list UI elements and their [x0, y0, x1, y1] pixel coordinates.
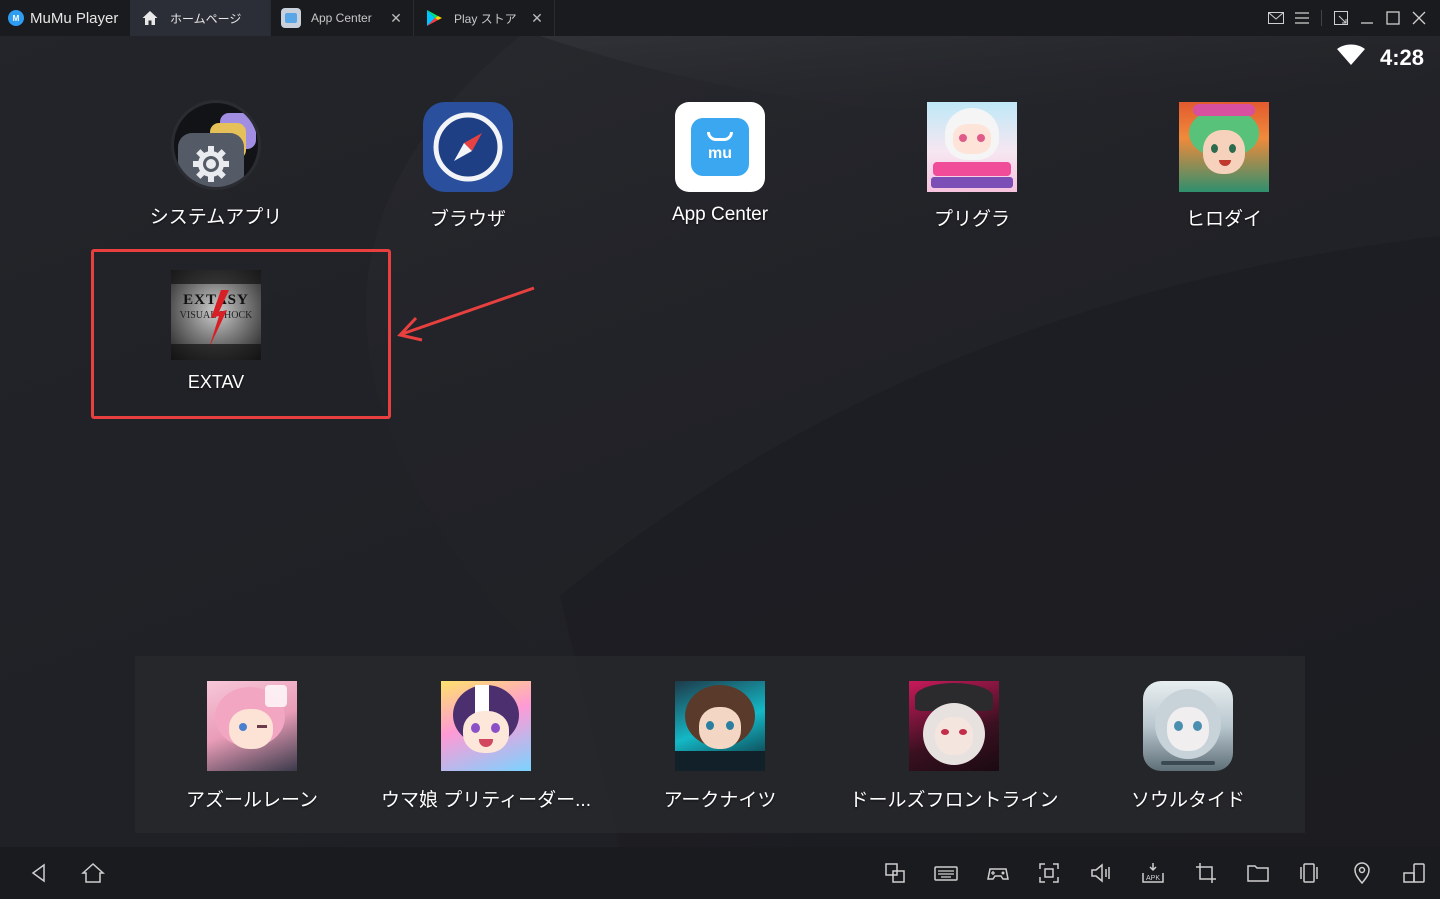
gamepad-icon[interactable]: [985, 860, 1011, 886]
shake-icon[interactable]: [1296, 860, 1322, 886]
crop-icon[interactable]: [1193, 860, 1219, 886]
mail-icon[interactable]: [1263, 0, 1289, 36]
priconne-grandmasters-icon: [927, 102, 1017, 192]
app-label: アークナイツ: [663, 790, 777, 811]
dock-app-arknights[interactable]: アークナイツ: [620, 681, 820, 812]
brand: M MuMu Player: [0, 0, 130, 36]
app-center-icon: mu: [675, 102, 765, 192]
bottom-toolbar: APK: [0, 847, 1440, 899]
android-home-screen: 4:28 システムアプリ ブラウザ mu App Center プリグラ ヒロダ…: [0, 36, 1440, 847]
dock-app-uma-musume[interactable]: ウマ娘 プリティーダー...: [381, 681, 591, 812]
app-label: ウマ娘 プリティーダー...: [381, 790, 591, 811]
title-bar: M MuMu Player ホームページ App Center ✕ Play ス…: [0, 0, 1440, 36]
soul-tide-icon: [1143, 681, 1233, 771]
azur-lane-icon: [207, 681, 297, 771]
tab-homepage[interactable]: ホームページ: [130, 0, 271, 36]
highlight-box: [91, 249, 391, 419]
annotation-arrow-icon: [397, 286, 535, 342]
hirodai-icon: [1179, 102, 1269, 192]
wifi-icon: [1336, 44, 1366, 71]
app-label: プリグラ: [933, 209, 1010, 230]
app-label: App Center: [671, 204, 769, 225]
tab-label: App Center: [311, 11, 372, 25]
app-label: アズールレーン: [185, 790, 319, 811]
home-icon: [140, 8, 160, 28]
status-bar: 4:28: [1336, 44, 1424, 71]
app-label: ヒロダイ: [1185, 209, 1262, 230]
back-icon[interactable]: [26, 860, 52, 886]
screenshot-icon[interactable]: [1036, 860, 1062, 886]
window-controls: [1263, 0, 1440, 36]
apk-install-icon[interactable]: APK: [1140, 860, 1166, 886]
tab-label: Play ストア: [454, 11, 517, 26]
home-icon[interactable]: [80, 860, 106, 886]
folder-icon[interactable]: [1245, 860, 1271, 886]
mumu-logo-icon: M: [8, 10, 24, 26]
system-apps-folder-icon: [171, 100, 261, 190]
app-hirodai[interactable]: ヒロダイ: [1124, 102, 1324, 231]
rotate-screen-icon[interactable]: [1401, 860, 1427, 886]
dock-app-azur-lane[interactable]: アズールレーン: [152, 681, 352, 812]
menu-icon[interactable]: [1289, 0, 1315, 36]
svg-text:APK: APK: [1146, 875, 1160, 882]
maximize-icon[interactable]: [1380, 0, 1406, 36]
app-label: ドールズフロントライン: [849, 790, 1059, 811]
tab-app-center[interactable]: App Center ✕: [271, 0, 414, 36]
close-icon[interactable]: ✕: [530, 10, 544, 27]
app-label: システムアプリ: [149, 207, 283, 228]
browser-compass-icon: [423, 102, 513, 192]
tab-label: ホームページ: [170, 11, 242, 26]
arknights-icon: [675, 681, 765, 771]
minimize-icon[interactable]: [1354, 0, 1380, 36]
multi-window-icon[interactable]: [882, 860, 908, 886]
mini-mode-icon[interactable]: [1328, 0, 1354, 36]
keyboard-icon[interactable]: [933, 860, 959, 886]
dock-app-soul-tide[interactable]: ソウルタイド: [1088, 681, 1288, 812]
volume-icon[interactable]: [1088, 860, 1114, 886]
divider: [1321, 10, 1322, 26]
location-icon[interactable]: [1349, 860, 1375, 886]
uma-musume-icon: [441, 681, 531, 771]
app-name: MuMu Player: [30, 9, 119, 27]
app-browser[interactable]: ブラウザ: [368, 102, 568, 231]
tab-play-store[interactable]: Play ストア ✕: [414, 0, 555, 36]
app-system-apps[interactable]: システムアプリ: [116, 100, 316, 229]
close-icon[interactable]: ✕: [389, 10, 403, 27]
girls-frontline-icon: [909, 681, 999, 771]
play-store-icon: [424, 8, 444, 28]
app-label: ブラウザ: [429, 209, 506, 230]
clock: 4:28: [1379, 44, 1424, 70]
dock-app-girls-frontline[interactable]: ドールズフロントライン: [850, 681, 1059, 812]
app-center-icon: [281, 8, 301, 28]
app-priconne-grandmasters[interactable]: プリグラ: [872, 102, 1072, 231]
app-app-center[interactable]: mu App Center: [620, 102, 820, 226]
close-window-icon[interactable]: [1406, 0, 1432, 36]
dock: アズールレーン ウマ娘 プリティーダー... アークナイツ ドールズフロントライ…: [135, 656, 1305, 833]
app-label: ソウルタイド: [1130, 790, 1245, 811]
